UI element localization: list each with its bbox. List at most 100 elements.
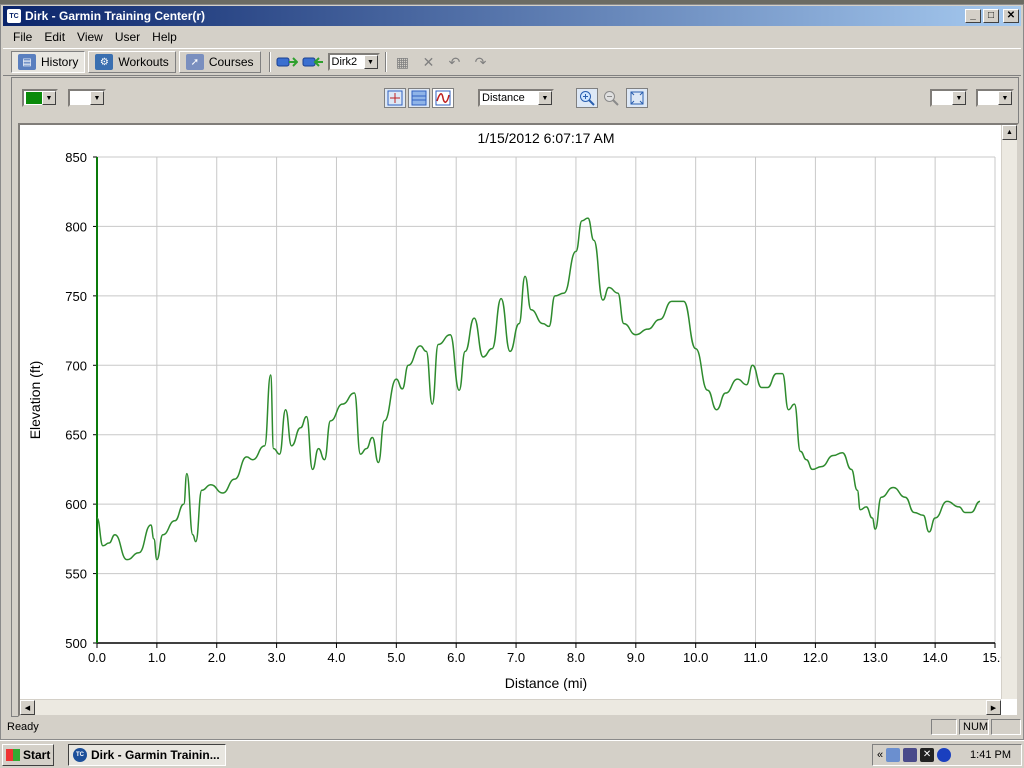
- undo-icon[interactable]: ↶: [444, 52, 466, 72]
- x-tick-label: 5.0: [387, 650, 405, 665]
- menu-help[interactable]: Help: [146, 30, 183, 44]
- y-tick-label: 500: [65, 636, 87, 651]
- status-panel-num: NUM: [959, 719, 989, 735]
- properties-icon[interactable]: ▦: [392, 52, 414, 72]
- chevron-down-icon: ▼: [363, 55, 378, 69]
- zoom-out-icon[interactable]: [600, 88, 622, 108]
- taskbar-app-button[interactable]: TC Dirk - Garmin Trainin...: [68, 743, 226, 766]
- toolbar-separator: [268, 52, 271, 72]
- x-tick-label: 2.0: [208, 650, 226, 665]
- x-tick-label: 6.0: [447, 650, 465, 665]
- windows-logo-icon: [6, 748, 20, 761]
- start-label: Start: [23, 747, 51, 762]
- menu-file[interactable]: File: [7, 30, 38, 44]
- x-tick-label: 13.0: [863, 650, 888, 665]
- send-to-device-icon[interactable]: [276, 52, 298, 72]
- x-tick-label: 1.0: [148, 650, 166, 665]
- chart-toolbar: ▼ ▼ Distance ▼ ▼ ▼: [12, 78, 1018, 118]
- line-color-select[interactable]: ▼: [22, 89, 58, 107]
- zoom-in-icon[interactable]: [576, 88, 598, 108]
- courses-button[interactable]: ➚ Courses: [178, 51, 261, 73]
- x-tick-label: 8.0: [567, 650, 585, 665]
- color-swatch: [26, 92, 42, 104]
- menu-view[interactable]: View: [71, 30, 109, 44]
- y-tick-label: 650: [65, 428, 87, 443]
- x-axis-select[interactable]: Distance ▼: [478, 89, 554, 107]
- redo-icon[interactable]: ↷: [470, 52, 492, 72]
- x-tick-label: 11.0: [743, 650, 767, 665]
- y-tick-label: 550: [65, 567, 87, 582]
- fill-chart-toggle-icon[interactable]: [408, 88, 430, 108]
- history-label: History: [41, 55, 79, 69]
- app-icon: TC: [7, 9, 21, 23]
- window-title: Dirk - Garmin Training Center(r): [25, 9, 206, 23]
- volume-icon[interactable]: [903, 748, 918, 762]
- delete-icon[interactable]: ✕: [418, 52, 440, 72]
- workouts-label: Workouts: [118, 55, 169, 69]
- chevron-down-icon: ▼: [42, 91, 56, 105]
- title-bar[interactable]: TC Dirk - Garmin Training Center(r) _ □ …: [3, 6, 1021, 26]
- right-axis-select[interactable]: ▼: [930, 89, 968, 107]
- chevron-down-icon: ▼: [952, 91, 966, 105]
- user-select[interactable]: Dirk2 ▼: [327, 53, 380, 71]
- close-button[interactable]: ✕: [1003, 9, 1019, 23]
- taskbar: Start TC Dirk - Garmin Trainin... « ✕ 1:…: [0, 740, 1024, 768]
- security-icon[interactable]: ✕: [920, 748, 935, 762]
- status-panel-scroll: [991, 719, 1021, 735]
- crosshair-toggle-icon[interactable]: [384, 88, 406, 108]
- secondary-series-select[interactable]: ▼: [68, 89, 106, 107]
- courses-icon: ➚: [185, 54, 204, 70]
- line-chart-toggle-icon[interactable]: [432, 88, 454, 108]
- menu-bar: File Edit View User Help: [3, 27, 1021, 47]
- chevron-down-icon: ▼: [998, 91, 1012, 105]
- taskbar-app-label: Dirk - Garmin Trainin...: [91, 747, 220, 762]
- user-select-value: Dirk2: [331, 56, 358, 68]
- x-tick-label: 10.0: [683, 650, 708, 665]
- x-tick-label: 12.0: [803, 650, 828, 665]
- y-tick-label: 800: [65, 219, 87, 234]
- scroll-up-icon[interactable]: ▲: [1002, 125, 1017, 140]
- clock: 1:41 PM: [970, 749, 1011, 761]
- x-tick-label: 7.0: [507, 650, 525, 665]
- status-text: Ready: [7, 721, 39, 733]
- tray-expand-icon[interactable]: «: [877, 749, 883, 761]
- menu-edit[interactable]: Edit: [38, 30, 71, 44]
- scroll-right-icon[interactable]: ▶: [986, 700, 1001, 715]
- vertical-scrollbar[interactable]: ▲: [1001, 125, 1017, 699]
- x-tick-label: 9.0: [627, 650, 645, 665]
- elevation-chart[interactable]: 1/15/2012 6:07:17 AM 0.0 1.0 2.0 3.0 4.0 5.0 6.…: [20, 125, 1001, 699]
- minimize-button[interactable]: _: [965, 9, 981, 23]
- main-toolbar: ▤ History ⚙ Workouts ➚ Courses Dirk2 ▼ ▦…: [3, 48, 1021, 76]
- y-tick-label: 600: [65, 497, 87, 512]
- zoom-fit-icon[interactable]: [626, 88, 648, 108]
- receive-from-device-icon[interactable]: [302, 52, 324, 72]
- chart-panel: ▼ ▼ Distance ▼ ▼ ▼ 1/15/2012 6:07:17 AM …: [11, 77, 1019, 717]
- x-axis-label: Distance (mi): [505, 675, 587, 691]
- history-button[interactable]: ▤ History: [11, 51, 86, 73]
- history-icon: ▤: [18, 54, 36, 70]
- menu-user[interactable]: User: [109, 30, 146, 44]
- x-tick-label: 14.0: [922, 650, 947, 665]
- workouts-icon: ⚙: [95, 54, 114, 70]
- start-button[interactable]: Start: [2, 743, 54, 766]
- right-series-select[interactable]: ▼: [976, 89, 1014, 107]
- y-tick-label: 750: [65, 289, 87, 304]
- status-bar: Ready NUM: [3, 717, 1021, 737]
- x-tick-label: 3.0: [268, 650, 286, 665]
- system-tray: « ✕ 1:41 PM: [872, 744, 1022, 766]
- workouts-button[interactable]: ⚙ Workouts: [88, 51, 176, 73]
- gmail-notifier-icon[interactable]: [937, 748, 952, 762]
- chart-title: 1/15/2012 6:07:17 AM: [478, 130, 615, 146]
- toolbar-separator: [384, 52, 387, 72]
- x-tick-label: 15.0: [982, 650, 1001, 665]
- y-axis-label: Elevation (ft): [27, 361, 43, 440]
- scroll-left-icon[interactable]: ◀: [20, 700, 35, 715]
- training-center-icon: TC: [73, 747, 87, 762]
- elevation-series-line: [96, 217, 981, 561]
- y-tick-label: 700: [65, 358, 87, 373]
- network-icon[interactable]: [886, 748, 901, 762]
- chart-area: 1/15/2012 6:07:17 AM 0.0 1.0 2.0 3.0 4.0 5.0 6.…: [18, 123, 1019, 717]
- maximize-button[interactable]: □: [983, 9, 999, 23]
- horizontal-scrollbar[interactable]: ◀ ▶: [20, 699, 1001, 715]
- chevron-down-icon: ▼: [90, 91, 104, 105]
